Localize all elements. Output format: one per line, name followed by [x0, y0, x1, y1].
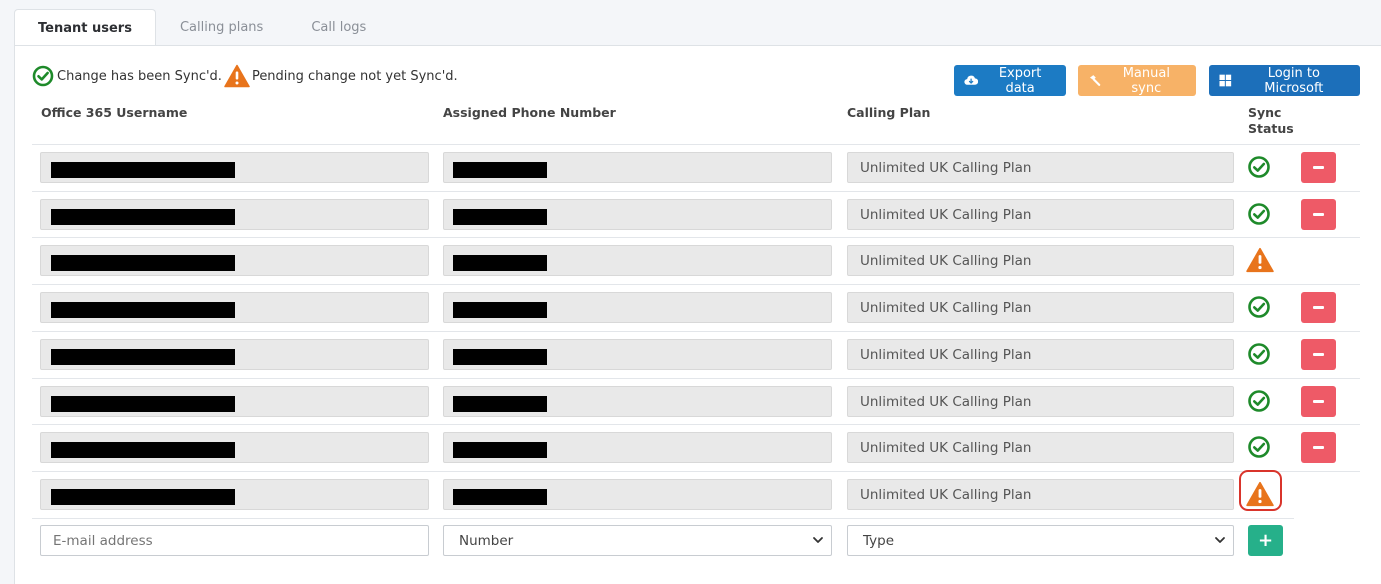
- check-circle-icon: [1247, 389, 1271, 413]
- number-select-value: Number: [459, 532, 514, 549]
- column-header-plan: Calling Plan: [847, 105, 931, 120]
- check-circle-icon: [1247, 202, 1271, 226]
- table-divider: [32, 237, 1360, 238]
- type-select[interactable]: Type: [847, 525, 1234, 556]
- tab-call-logs[interactable]: Call logs: [287, 9, 390, 45]
- table-divider: [32, 424, 1360, 425]
- calling-plan-field[interactable]: Unlimited UK Calling Plan: [847, 245, 1234, 276]
- windows-icon: [1219, 74, 1232, 87]
- calling-plan-field[interactable]: Unlimited UK Calling Plan: [847, 432, 1234, 463]
- table-divider: [32, 284, 1360, 285]
- column-header-username: Office 365 Username: [41, 105, 188, 120]
- check-circle-icon: [1247, 295, 1271, 319]
- type-select-value: Type: [863, 532, 895, 549]
- table-divider: [32, 191, 1360, 192]
- redacted-username: [51, 442, 235, 458]
- remove-user-button[interactable]: [1301, 432, 1336, 463]
- table-divider: [32, 331, 1360, 332]
- check-circle-icon: [1247, 435, 1271, 459]
- sync-status-header-line2: Status: [1248, 121, 1294, 136]
- table-divider: [32, 378, 1360, 379]
- redacted-username: [51, 489, 235, 505]
- check-circle-icon: [1247, 155, 1271, 179]
- chevron-down-icon: [1215, 537, 1225, 543]
- redacted-username: [51, 162, 235, 178]
- calling-plan-field[interactable]: Unlimited UK Calling Plan: [847, 386, 1234, 417]
- table-divider: [32, 518, 1294, 519]
- remove-user-button[interactable]: [1301, 339, 1336, 370]
- tab-calling-plans[interactable]: Calling plans: [156, 9, 287, 45]
- redacted-phone: [453, 162, 547, 178]
- chevron-down-icon: [813, 537, 823, 543]
- check-circle-icon: [32, 65, 54, 87]
- warning-triangle-icon: [224, 64, 250, 88]
- export-data-label: Export data: [998, 65, 1042, 96]
- calling-plan-field[interactable]: Unlimited UK Calling Plan: [847, 199, 1234, 230]
- calling-plan-field[interactable]: Unlimited UK Calling Plan: [847, 479, 1234, 510]
- table-divider: [32, 144, 1360, 145]
- redacted-phone: [453, 209, 547, 225]
- pending-status-highlight: [1239, 470, 1282, 511]
- redacted-username: [51, 396, 235, 412]
- calling-plan-field[interactable]: Unlimited UK Calling Plan: [847, 152, 1234, 183]
- warning-triangle-icon: [1246, 247, 1274, 273]
- legend-pending-text: Pending change not yet Sync'd.: [251, 68, 458, 84]
- add-user-button[interactable]: +: [1248, 525, 1283, 556]
- remove-user-button[interactable]: [1301, 199, 1336, 230]
- table-divider: [32, 471, 1360, 472]
- sync-status-header-line1: Sync: [1248, 105, 1282, 120]
- tab-bar: Tenant users Calling plans Call logs: [14, 9, 390, 46]
- manual-sync-button[interactable]: Manual sync: [1078, 65, 1196, 96]
- sync-legend: Change has been Sync'd. Pending change n…: [32, 64, 458, 88]
- manual-sync-label: Manual sync: [1122, 65, 1170, 96]
- export-data-button[interactable]: Export data: [954, 65, 1066, 96]
- tab-tenant-users[interactable]: Tenant users: [14, 9, 156, 46]
- redacted-username: [51, 302, 235, 318]
- column-header-sync-status: Sync Status: [1248, 105, 1294, 137]
- column-header-phone: Assigned Phone Number: [443, 105, 616, 120]
- number-select[interactable]: Number: [443, 525, 832, 556]
- redacted-username: [51, 255, 235, 271]
- redacted-phone: [453, 302, 547, 318]
- redacted-phone: [453, 442, 547, 458]
- login-microsoft-label: Login to Microsoft: [1264, 65, 1324, 96]
- hammer-icon: [1089, 75, 1101, 86]
- calling-plan-field[interactable]: Unlimited UK Calling Plan: [847, 292, 1234, 323]
- redacted-phone: [453, 349, 547, 365]
- remove-user-button[interactable]: [1301, 292, 1336, 323]
- check-circle-icon: [1247, 342, 1271, 366]
- remove-user-button[interactable]: [1301, 386, 1336, 417]
- redacted-username: [51, 349, 235, 365]
- redacted-phone: [453, 255, 547, 271]
- email-input[interactable]: [40, 525, 429, 556]
- redacted-username: [51, 209, 235, 225]
- redacted-phone: [453, 489, 547, 505]
- remove-user-button[interactable]: [1301, 152, 1336, 183]
- redacted-phone: [453, 396, 547, 412]
- login-microsoft-button[interactable]: Login to Microsoft: [1209, 65, 1360, 96]
- legend-synced-text: Change has been Sync'd.: [57, 68, 222, 84]
- cloud-download-icon: [964, 75, 979, 85]
- calling-plan-field[interactable]: Unlimited UK Calling Plan: [847, 339, 1234, 370]
